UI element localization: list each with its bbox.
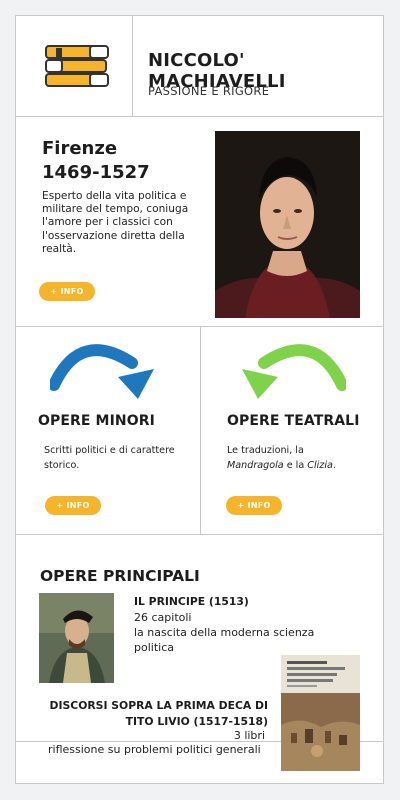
main-card: NICCOLO' MACHIAVELLI PASSIONE E RIGORE F… bbox=[15, 15, 384, 784]
books-icon bbox=[45, 45, 109, 87]
opere-principali-title: OPERE PRINCIPALI bbox=[40, 567, 200, 585]
opere-teatrali-info-button[interactable]: + INFO bbox=[226, 496, 282, 515]
discorsi-line-1: 3 libri bbox=[233, 729, 265, 742]
principe-line-1: 26 capitoli bbox=[134, 611, 192, 624]
divider-opere bbox=[16, 534, 383, 535]
bio-info-button[interactable]: + INFO bbox=[39, 282, 95, 301]
discorsi-line-2: riflessione su problemi politici general… bbox=[48, 743, 261, 756]
principe-line-3: politica bbox=[134, 641, 174, 654]
curved-arrow-right-icon bbox=[50, 344, 154, 399]
machiavelli-portrait-image bbox=[215, 131, 360, 318]
principe-line-2: la nascita della moderna scienza bbox=[134, 626, 315, 639]
divider-logo bbox=[132, 16, 133, 116]
bio-text: Esperto della vita politica e militare d… bbox=[42, 190, 189, 255]
curved-arrow-left-icon bbox=[242, 344, 346, 399]
opere-minori-info-button[interactable]: + INFO bbox=[45, 496, 101, 515]
discorsi-title-line-1: DISCORSI SOPRA LA PRIMA DECA DI bbox=[49, 699, 268, 712]
opere-teatrali-text-mid: e la bbox=[283, 459, 308, 471]
principe-portrait-image bbox=[39, 593, 114, 683]
clizia-title: Clizia bbox=[307, 459, 333, 471]
discorsi-title-line-2: TITO LIVIO (1517-1518) bbox=[125, 715, 268, 728]
opere-teatrali-text-prefix: Le traduzioni, la bbox=[227, 445, 304, 456]
mandragola-title: Mandragola bbox=[227, 459, 284, 471]
principe-title: IL PRINCIPE (1513) bbox=[134, 595, 249, 608]
opere-teatrali-text: Le traduzioni, la Mandragola e la Clizia… bbox=[227, 444, 377, 473]
discorsi-title: DISCORSI SOPRA LA PRIMA DECA DI TITO LIV… bbox=[46, 698, 268, 730]
opere-teatrali-text-suffix: . bbox=[332, 459, 336, 471]
bio-years: 1469-1527 bbox=[42, 162, 150, 183]
discorsi-book-cover-image bbox=[281, 655, 360, 771]
opere-teatrali-title: OPERE TEATRALI bbox=[227, 413, 360, 429]
opere-minori-text: Scritti politici e di carattere storico. bbox=[44, 445, 175, 471]
divider-middle bbox=[200, 326, 201, 534]
page-subtitle: PASSIONE E RIGORE bbox=[148, 84, 270, 98]
divider-header bbox=[16, 116, 383, 117]
bio-city: Firenze bbox=[42, 138, 118, 159]
opere-minori-title: OPERE MINORI bbox=[38, 413, 155, 429]
